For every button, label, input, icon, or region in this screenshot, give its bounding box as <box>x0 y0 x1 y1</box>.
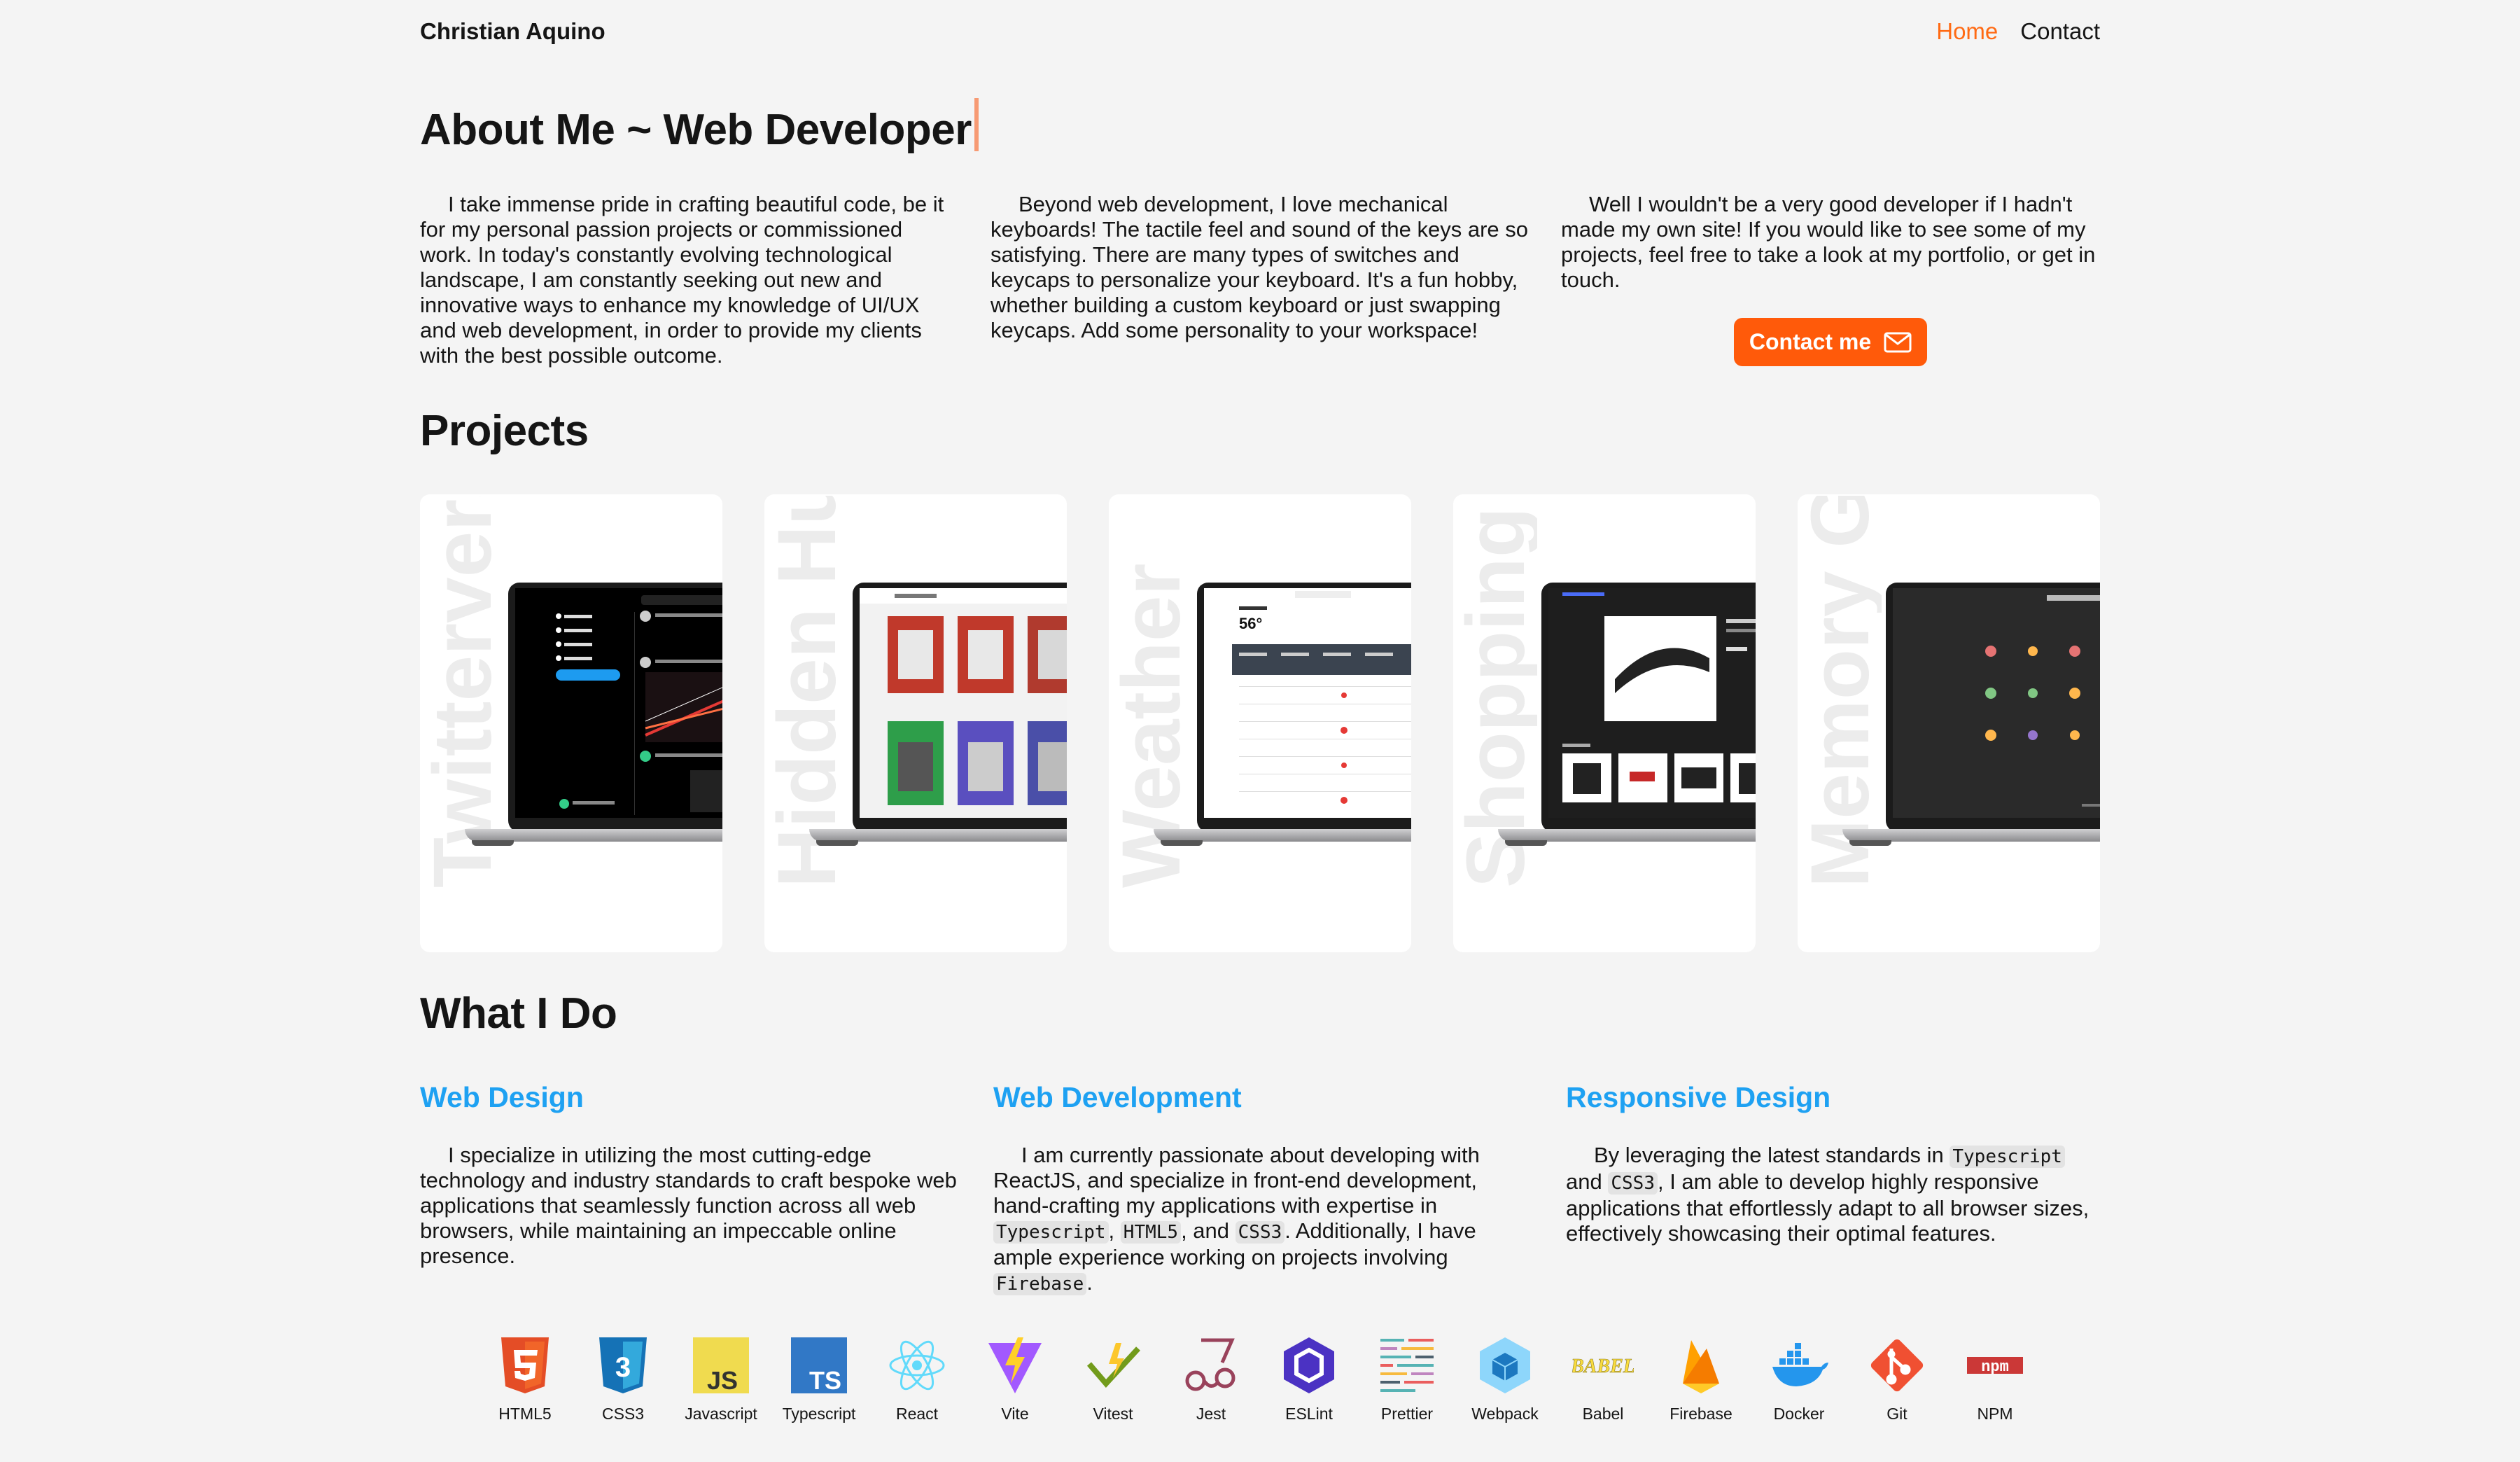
docker-icon <box>1772 1343 1828 1386</box>
brand-name[interactable]: Christian Aquino <box>420 18 606 45</box>
tech-item-npm: npm NPM <box>1960 1335 2030 1423</box>
code-firebase: Firebase <box>993 1273 1087 1295</box>
svg-text:56°: 56° <box>1239 615 1262 632</box>
about-text-3: Well I wouldn't be a very good developer… <box>1561 192 2096 292</box>
svg-text:TS: TS <box>809 1366 841 1395</box>
vite-icon <box>988 1337 1042 1393</box>
laptop-mockup <box>465 583 722 877</box>
about-col-2: Beyond web development, I love mechanica… <box>990 192 1530 368</box>
tech-item-javascript: JS Javascript <box>685 1335 757 1423</box>
git-icon <box>1870 1339 1924 1392</box>
tech-stack: HTML5 3 CSS3 JS Javascript TS Typescript <box>420 1335 2100 1423</box>
html5-icon <box>501 1337 549 1393</box>
code-typescript: Typescript <box>993 1221 1109 1244</box>
npm-icon: npm <box>1967 1357 2023 1376</box>
responsive-design-text-block: By leveraging the latest standards in Ty… <box>1566 1143 2105 1246</box>
tech-item-css3: 3 CSS3 <box>588 1335 658 1423</box>
tech-item-babel: BABEL Babel <box>1568 1335 1638 1423</box>
responsive-design-text: By leveraging the latest standards in Ty… <box>1566 1143 2090 1246</box>
tech-item-git: Git <box>1862 1335 1932 1423</box>
web-design-text-block: I specialize in utilizing the most cutti… <box>420 1143 959 1269</box>
svg-text:npm: npm <box>1981 1358 2009 1376</box>
project-card-twitterverse[interactable]: Twitterverse <box>420 494 722 952</box>
code-css3: CSS3 <box>1608 1172 1658 1195</box>
web-development-heading: Web Development <box>993 1081 1242 1113</box>
tech-item-webpack: Webpack <box>1470 1335 1540 1423</box>
project-card-hidden-hunt[interactable]: Hidden Hunt <box>764 494 1067 952</box>
about-title: About Me ~ Web Developer <box>420 106 972 154</box>
mail-icon <box>1884 332 1912 352</box>
tech-item-react: React <box>882 1335 952 1423</box>
firebase-icon <box>1683 1340 1719 1393</box>
what-i-do-title: What I Do <box>420 989 617 1038</box>
tech-item-vite: Vite <box>980 1335 1050 1423</box>
project-card-memory-game[interactable]: Memory Game <box>1798 494 2100 952</box>
laptop-mockup <box>1842 583 2100 877</box>
web-design-heading: Web Design <box>420 1081 584 1113</box>
tech-item-eslint: ESLint <box>1274 1335 1344 1423</box>
tech-item-html5: HTML5 <box>490 1335 560 1423</box>
web-development-text: I am currently passionate about developi… <box>993 1143 1480 1295</box>
about-title-wrap: About Me ~ Web Developer <box>420 98 979 155</box>
babel-icon: BABEL <box>1572 1356 1634 1378</box>
tech-item-vitest: Vitest <box>1078 1335 1148 1423</box>
laptop-mockup <box>1498 583 1756 877</box>
typescript-icon: TS <box>791 1337 847 1395</box>
about-col-3: Well I wouldn't be a very good developer… <box>1561 192 2100 368</box>
code-css3: CSS3 <box>1235 1221 1285 1244</box>
nav-home-link[interactable]: Home <box>1936 18 1998 45</box>
tech-item-docker: Docker <box>1764 1335 1834 1423</box>
eslint-icon <box>1284 1337 1334 1393</box>
projects-grid: Twitterverse <box>420 494 2100 952</box>
svg-text:JS: JS <box>707 1366 738 1395</box>
code-html5: HTML5 <box>1120 1221 1182 1244</box>
tech-item-typescript: TS Typescript <box>783 1335 855 1423</box>
react-icon <box>889 1340 945 1391</box>
tech-item-jest: Jest <box>1176 1335 1246 1423</box>
vitest-icon <box>1086 1343 1140 1388</box>
laptop-mockup <box>809 583 1067 877</box>
svg-text:3: 3 <box>615 1352 631 1383</box>
main-nav: Home Contact <box>1936 18 2100 45</box>
tech-item-firebase: Firebase <box>1666 1335 1736 1423</box>
nav-contact-link[interactable]: Contact <box>2020 18 2100 45</box>
prettier-icon <box>1380 1339 1434 1392</box>
web-development-text-block: I am currently passionate about developi… <box>993 1143 1532 1297</box>
web-design-text: I specialize in utilizing the most cutti… <box>420 1143 957 1268</box>
webpack-icon <box>1480 1337 1530 1393</box>
about-col-1: I take immense pride in crafting beautif… <box>420 192 959 368</box>
jest-icon <box>1185 1338 1236 1391</box>
laptop-mockup: 56° <box>1154 583 1411 877</box>
project-card-weather[interactable]: Weather 56° <box>1109 494 1411 952</box>
about-columns: I take immense pride in crafting beautif… <box>420 192 2100 368</box>
about-text-1: I take immense pride in crafting beautif… <box>420 192 944 368</box>
contact-me-label: Contact me <box>1749 329 1872 354</box>
contact-me-button[interactable]: Contact me <box>1733 318 1928 366</box>
javascript-icon: JS <box>693 1337 749 1395</box>
about-text-2: Beyond web development, I love mechanica… <box>990 192 1529 342</box>
code-typescript: Typescript <box>1949 1146 2065 1168</box>
projects-title: Projects <box>420 407 589 455</box>
tech-item-prettier: Prettier <box>1372 1335 1442 1423</box>
css3-icon: 3 <box>599 1337 647 1393</box>
svg-text:BABEL: BABEL <box>1572 1356 1634 1377</box>
typing-cursor <box>974 98 979 151</box>
project-card-shopping-cart[interactable]: Shopping Cart <box>1453 494 1756 952</box>
responsive-design-heading: Responsive Design <box>1566 1081 1831 1113</box>
